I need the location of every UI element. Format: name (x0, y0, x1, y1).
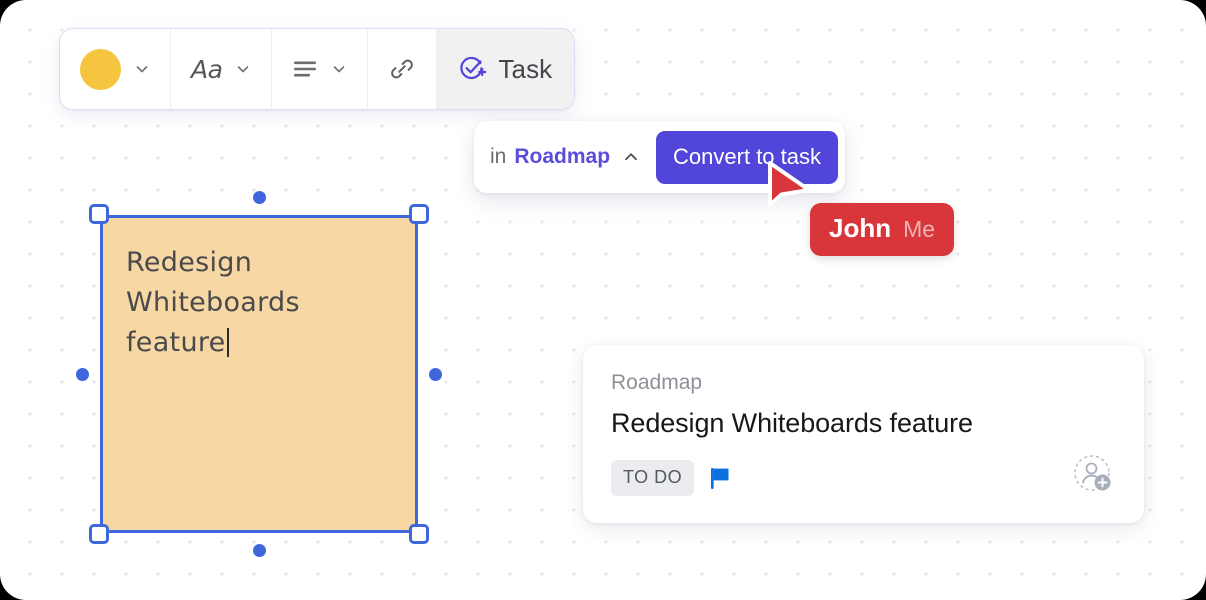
text-align-icon[interactable] (292, 59, 318, 79)
collaborator-name-tag: John Me (810, 203, 955, 256)
convert-to-task-button[interactable]: Convert to task (656, 130, 838, 184)
status-badge[interactable]: TO DO (611, 460, 695, 496)
handle-bottom-right[interactable] (409, 524, 429, 544)
popover-prefix-label: in (490, 145, 507, 168)
convert-to-task-popover[interactable]: in Roadmap Convert to task (474, 121, 845, 193)
handle-top-left[interactable] (89, 204, 109, 224)
sticky-note[interactable]: Redesign Whiteboards feature (76, 191, 442, 557)
handle-top-right[interactable] (409, 204, 429, 224)
toolbar-task-button[interactable]: Task (437, 29, 575, 109)
text-caret (226, 328, 229, 357)
flag-icon[interactable] (708, 465, 732, 491)
handle-top-mid[interactable] (252, 191, 266, 204)
toolbar-group-font[interactable]: Aa (171, 29, 273, 109)
task-card[interactable]: Roadmap Redesign Whiteboards feature TO … (583, 345, 1144, 523)
chevron-up-icon[interactable] (622, 148, 656, 166)
task-card-space: Roadmap (611, 371, 703, 394)
task-card-meta: TO DO (611, 460, 1116, 496)
handle-bottom-mid[interactable] (252, 544, 266, 557)
sticky-note-text[interactable]: Redesign Whiteboards feature (126, 243, 396, 363)
toolbar-group-color[interactable] (60, 29, 171, 109)
task-check-plus-icon (457, 54, 487, 84)
handle-right-mid[interactable] (429, 367, 442, 381)
link-icon[interactable] (388, 55, 416, 83)
toolbar-task-label: Task (498, 53, 553, 84)
toolbar-group-align[interactable] (272, 29, 369, 109)
whiteboard-canvas[interactable]: Aa Task in Roadmap Convert to task John … (0, 0, 1206, 600)
chevron-down-icon[interactable] (134, 61, 150, 77)
chevron-down-icon[interactable] (331, 61, 347, 77)
font-style-label: Aa (191, 54, 223, 84)
task-card-title[interactable]: Redesign Whiteboards feature (611, 408, 1116, 439)
handle-bottom-left[interactable] (89, 524, 109, 544)
add-assignee-icon[interactable] (1072, 453, 1114, 495)
chevron-down-icon[interactable] (235, 61, 251, 77)
handle-left-mid[interactable] (76, 367, 89, 381)
popover-space-name[interactable]: Roadmap (514, 145, 610, 169)
fill-color-swatch[interactable] (80, 48, 121, 90)
toolbar-group-link[interactable] (368, 29, 438, 109)
sticky-note-text-value: Redesign Whiteboards feature (126, 247, 300, 358)
collaborator-self-label: Me (903, 216, 936, 242)
sticky-note-toolbar[interactable]: Aa Task (59, 28, 576, 110)
collaborator-name: John (829, 213, 892, 243)
